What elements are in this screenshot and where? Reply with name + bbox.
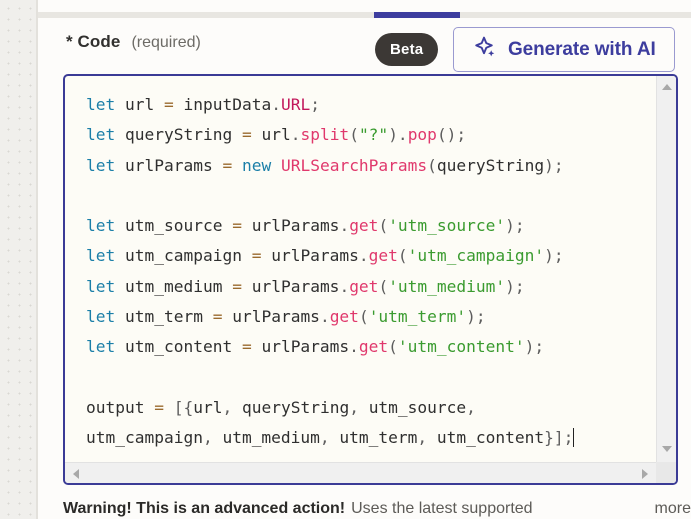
code-editor-content[interactable]: let url = inputData.URL; let queryString… xyxy=(86,90,650,454)
code-editor-horizontal-scrollbar[interactable] xyxy=(65,462,676,483)
chevron-right-icon[interactable] xyxy=(636,464,654,483)
chevron-left-icon[interactable] xyxy=(67,464,85,483)
action-config-panel: * Code (required) Beta Generate with AI … xyxy=(38,0,691,519)
text-caret xyxy=(573,428,575,448)
advanced-action-warning: Warning! This is an advanced action! Use… xyxy=(63,500,691,519)
chevron-down-icon[interactable] xyxy=(657,440,676,458)
generate-with-ai-label: Generate with AI xyxy=(508,38,656,60)
warning-body: Uses the latest supported xyxy=(351,500,533,517)
warning-more-link[interactable]: more xyxy=(655,500,691,518)
code-editor-vertical-scrollbar[interactable] xyxy=(656,76,676,462)
code-field-header: * Code (required) Beta Generate with AI xyxy=(38,18,691,72)
sparkle-icon xyxy=(474,35,498,64)
chevron-up-icon[interactable] xyxy=(657,78,676,96)
scrollbar-corner xyxy=(656,462,676,483)
warning-headline: Warning! This is an advanced action! xyxy=(63,500,346,517)
code-required-hint: (required) xyxy=(131,34,201,51)
code-field-label-group: * Code (required) xyxy=(66,32,201,52)
code-field-label: * Code xyxy=(66,32,121,51)
beta-badge: Beta xyxy=(375,33,439,66)
code-editor-scroll-area[interactable]: let url = inputData.URL; let queryString… xyxy=(65,76,660,462)
code-editor[interactable]: let url = inputData.URL; let queryString… xyxy=(63,74,678,485)
beta-badge-label: Beta xyxy=(390,41,424,58)
canvas-dot-grid-background xyxy=(0,0,38,519)
generate-with-ai-button[interactable]: Generate with AI xyxy=(453,27,675,72)
